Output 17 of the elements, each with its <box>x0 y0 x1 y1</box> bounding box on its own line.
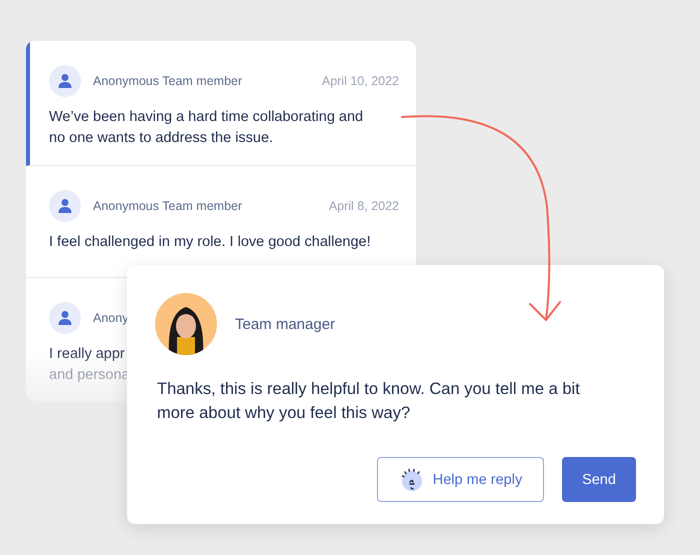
message-text: We’ve been having a hard time collaborating and <box>49 108 364 127</box>
person-icon <box>49 65 81 97</box>
author-name: Anonymous Team member <box>93 74 242 88</box>
message-text: I feel challenged in my role. I love good challenge! <box>49 233 372 252</box>
message-date: April 8, 2022 <box>328 199 399 213</box>
author-name: Anony <box>93 311 128 325</box>
author-name: Team manager <box>235 316 336 332</box>
person-icon <box>49 302 81 334</box>
message-item[interactable]: Anonymous Team member April 10, 2022 We’ve been having a hard time collaborating and no one wants to address the issue. <box>26 41 416 166</box>
author-name: Anonymous Team member <box>93 199 242 213</box>
message-date: April 10, 2022 <box>322 74 399 88</box>
reply-text: Thanks, this is really helpful to know. Can you tell me a bit more about why you feel this way? <box>157 379 581 424</box>
message-text: no one wants to address the issue. <box>49 129 274 148</box>
help-reply-button[interactable]: Help me reply <box>377 457 544 502</box>
person-icon <box>49 190 81 222</box>
send-button[interactable]: Send <box>562 457 636 502</box>
message-text: I really appr <box>49 345 126 364</box>
